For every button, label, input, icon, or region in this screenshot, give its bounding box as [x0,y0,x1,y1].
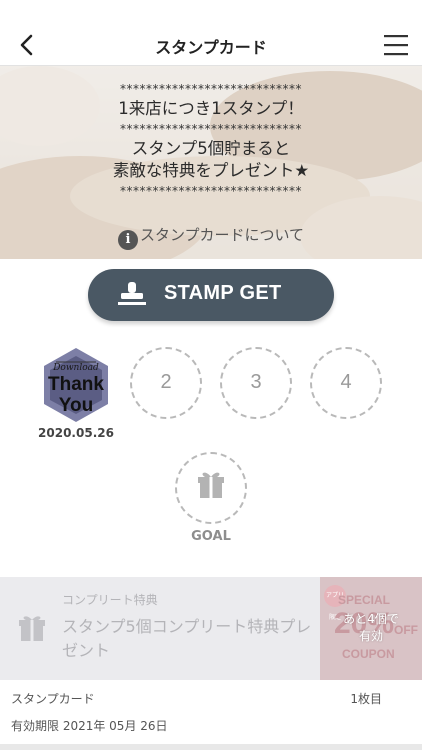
stamp-get-button[interactable]: STAMP GET [88,269,334,321]
expiry-date: 有効期限 2021年 05月 26日 [11,719,168,733]
gift-icon [19,616,45,641]
hero-line-1: 1来店につき1スタンプ！ [118,99,304,118]
stamp-slot-2: 2 [130,347,202,419]
remaining-line-2: 有効 [358,629,383,643]
slot-number: 2 [160,371,172,393]
hamburger-menu-icon [384,35,408,56]
about-link-label: スタンプカードについて [139,226,305,244]
bottom-divider [0,744,422,750]
hero-line-3: 素敵な特典をプレゼント★ [112,161,310,180]
card-name: スタンプカード [11,692,95,706]
remaining-line-1: あと4個で [343,612,399,626]
complete-reward-description: スタンプ5個コンプリート特典プレゼント [62,617,312,660]
stamp-slot-3: 3 [220,347,292,419]
goal-label: GOAL [191,529,231,544]
complete-reward-caption: コンプリート特典 [62,593,158,607]
top-navigation-bar: スタンプカード [0,24,422,66]
badge-thank-text: Thank [48,374,104,395]
stamp-icon [118,282,146,305]
slot-number: 4 [340,371,352,393]
info-icon: i [117,230,138,250]
badge-download-text: Download [52,363,99,373]
about-stamp-card-link[interactable]: i スタンプカードについて [0,224,422,250]
stamp-get-label: STAMP GET [164,282,282,304]
coupon-remaining-overlay: あと4個で 有効 [320,611,422,645]
stars-divider: **************************** [120,82,302,96]
slot-number: 3 [250,371,262,393]
page-title: スタンプカード [155,38,267,57]
stamp-date: 2020.05.26 [38,426,114,440]
hero-banner: **************************** 1来店につき1スタンプ… [0,66,422,259]
menu-button[interactable] [382,32,410,58]
goal-stamp-slot [175,452,247,524]
stars-divider: **************************** [120,122,302,136]
coupon-thumbnail[interactable]: アプリ限定 SPECIAL 20% OFF COUPON あと4個で 有効 [320,577,422,680]
badge-you-text: You [59,395,93,416]
gift-icon [198,472,224,498]
hero-message: **************************** 1来店につき1スタンプ… [0,80,422,200]
stamp-slot-4: 4 [310,347,382,419]
hero-line-2: スタンプ5個貯まると [131,139,291,158]
stamp-thank-you-badge: Download Thank You [40,346,112,424]
coupon-label: COUPON [342,647,395,661]
card-count: 1枚目 [350,692,382,706]
status-bar-area [0,0,422,24]
coupon-special-text: SPECIAL [338,593,391,607]
stars-divider: **************************** [120,184,302,198]
